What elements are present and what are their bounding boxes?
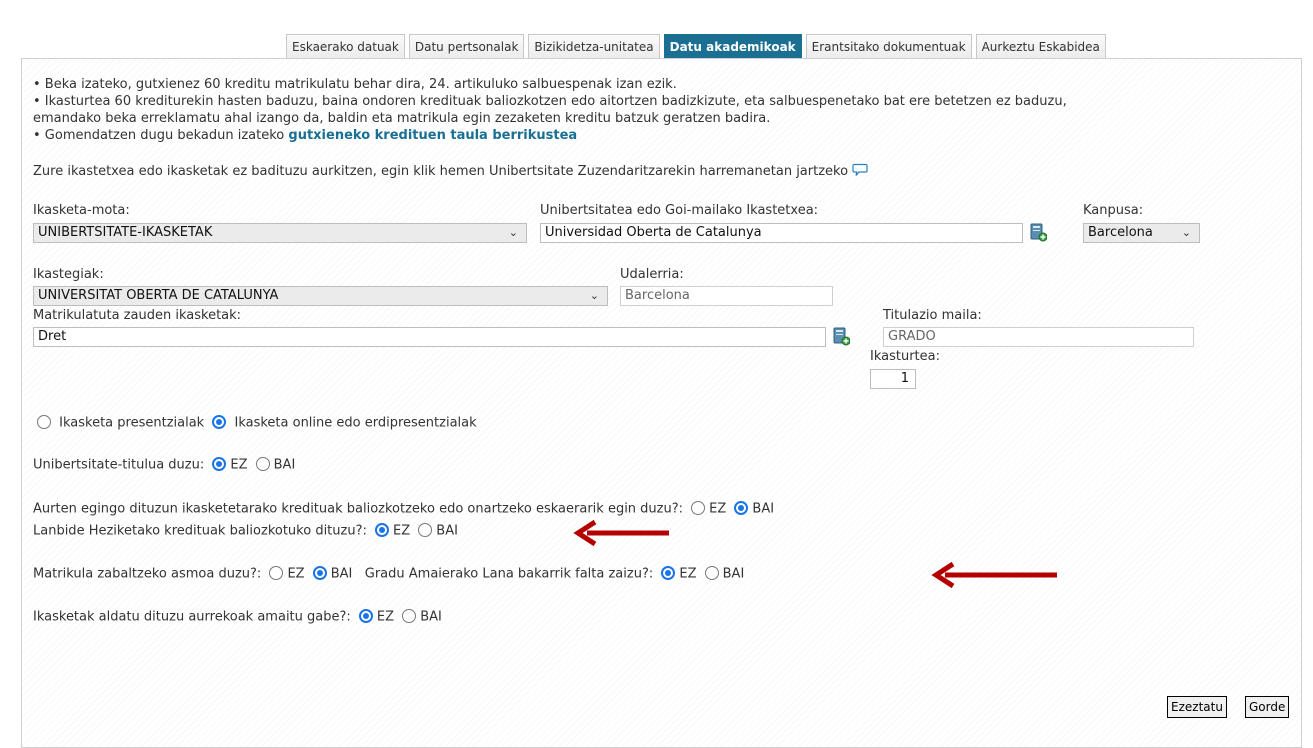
contact-line: Zure ikastetxea edo ikasketak ez badituz… [33,163,868,180]
bai-radio[interactable] [704,566,719,580]
ikasturtea-input[interactable]: 1 [870,369,916,389]
question-university-degree: Unibertsitate-titulua duzu: EZ BAI [33,457,295,473]
question-changed-studies: Ikasketak aldatu dituzu aurrekoak amaitu… [33,609,442,625]
question-enrollment: Matrikula zabaltzeko asmoa duzu?: EZ BAI… [33,566,744,582]
question-vocational-credits: Lanbide Heziketako kredituak baliozkotuk… [33,523,458,539]
modality-row: Ikasketa presentzialak Ikasketa online e… [33,415,477,431]
bai-label: BAI [752,501,775,517]
question-label: Ikasketak aldatu dituzu aurrekoak amaitu… [33,609,351,625]
book-add-icon[interactable] [1030,223,1047,242]
ez-radio[interactable] [212,457,227,471]
question-label: Unibertsitate-titulua duzu: [33,457,205,473]
presential-label: Ikasketa presentzialak [59,415,205,431]
red-arrow-annotation [573,519,669,547]
info-line-4: • Gomendatzen dugu bekadun izateko gutxi… [33,127,577,144]
question-label: Gradu Amaierako Lana bakarrik falta zaiz… [364,566,654,582]
info-line-4-text: • Gomendatzen dugu bekadun izateko [33,128,289,143]
ez-radio[interactable] [269,566,284,580]
unibertsitatea-label: Unibertsitatea edo Goi-mailako Ikastetxe… [540,203,819,218]
bai-label: BAI [273,457,296,473]
tab-datu-pertsonalak[interactable]: Datu pertsonalak [408,34,525,58]
udalerria-input[interactable]: Barcelona [620,286,833,306]
academic-data-panel: • Beka izateko, gutxienez 60 kreditu mat… [21,58,1302,748]
online-radio[interactable] [212,415,227,429]
ez-label: EZ [287,566,305,582]
chevron-down-icon: ⌄ [1181,226,1191,239]
red-arrow-annotation [931,561,1057,589]
contact-text: Zure ikastetxea edo ikasketak ez badituz… [33,164,849,179]
question-label: Matrikula zabaltzeko asmoa duzu?: [33,566,262,582]
ez-label: EZ [376,609,395,625]
tab-bar: Eskaerako datuak Datu pertsonalak Biziki… [286,34,1106,58]
chevron-down-icon: ⌄ [508,226,518,239]
credits-table-link[interactable]: gutxieneko kredituen taula berrikustea [288,128,577,143]
online-label: Ikasketa online edo erdipresentzialak [234,415,477,431]
bai-radio[interactable] [734,501,749,515]
chevron-down-icon: ⌄ [589,289,599,302]
udalerria-label: Udalerria: [620,267,684,282]
question-label: Lanbide Heziketako kredituak baliozkotuk… [33,523,367,539]
kanpusa-value: Barcelona [1088,225,1153,240]
tab-erantsitako-dokumentuak[interactable]: Erantsitako dokumentuak [805,34,972,58]
tab-bizikidetza-unitatea[interactable]: Bizikidetza-unitatea [528,34,660,58]
bai-label: BAI [420,609,442,625]
kanpusa-label: Kanpusa: [1083,203,1144,218]
book-add-icon[interactable] [833,327,850,346]
bai-label: BAI [330,566,353,582]
info-line-3: emandako beka erreklamatu ahal izango da… [33,111,771,126]
question-label: Aurten egingo dituzun ikasketetarako kre… [33,501,684,517]
tab-aurkeztu-eskabidea[interactable]: Aurkeztu Eskabidea [975,34,1106,58]
ez-label: EZ [679,566,697,582]
matrikulatuta-label: Matrikulatuta zauden ikasketak: [33,308,242,323]
info-line-2: • Ikasturtea 60 krediturekin hasten badu… [33,94,1067,109]
ez-label: EZ [230,457,248,473]
ikasketa-mota-label: Ikasketa-mota: [33,203,130,218]
speech-bubble-icon[interactable] [852,163,868,177]
titulazio-input[interactable]: GRADO [883,327,1194,347]
presential-radio[interactable] [37,415,51,429]
ez-label: EZ [709,501,727,517]
bai-radio[interactable] [402,609,417,623]
ez-radio[interactable] [358,609,373,623]
titulazio-label: Titulazio maila: [883,308,982,323]
tab-datu-akademikoak[interactable]: Datu akademikoak [663,34,802,58]
ikasturtea-label: Ikasturtea: [870,349,940,364]
info-line-1: • Beka izateko, gutxienez 60 kreditu mat… [33,77,677,92]
ez-radio[interactable] [661,566,676,580]
unibertsitatea-input[interactable]: Universidad Oberta de Catalunya [540,223,1023,243]
question-credit-validation: Aurten egingo dituzun ikasketetarako kre… [33,501,774,517]
save-button[interactable]: Gorde [1245,696,1290,718]
ikasketa-mota-value: UNIBERTSITATE-IKASKETAK [38,225,213,240]
cancel-button[interactable]: Ezeztatu [1167,696,1227,718]
ikasketa-mota-select[interactable]: UNIBERTSITATE-IKASKETAK ⌄ [33,223,527,243]
bai-label: BAI [436,523,458,539]
kanpusa-select[interactable]: Barcelona ⌄ [1083,223,1200,243]
ez-label: EZ [393,523,411,539]
bai-radio[interactable] [418,523,433,537]
ikastegiak-select[interactable]: UNIVERSITAT OBERTA DE CATALUNYA ⌄ [33,286,608,306]
bai-label: BAI [722,566,745,582]
ikastegiak-value: UNIVERSITAT OBERTA DE CATALUNYA [38,288,279,303]
ez-radio[interactable] [375,523,390,537]
bai-radio[interactable] [255,457,270,471]
matrikulatuta-input[interactable]: Dret [33,327,826,347]
ez-radio[interactable] [691,501,706,515]
ikastegiak-label: Ikastegiak: [33,267,104,282]
bai-radio[interactable] [312,566,327,580]
tab-eskaerako-datuak[interactable]: Eskaerako datuak [286,34,405,58]
